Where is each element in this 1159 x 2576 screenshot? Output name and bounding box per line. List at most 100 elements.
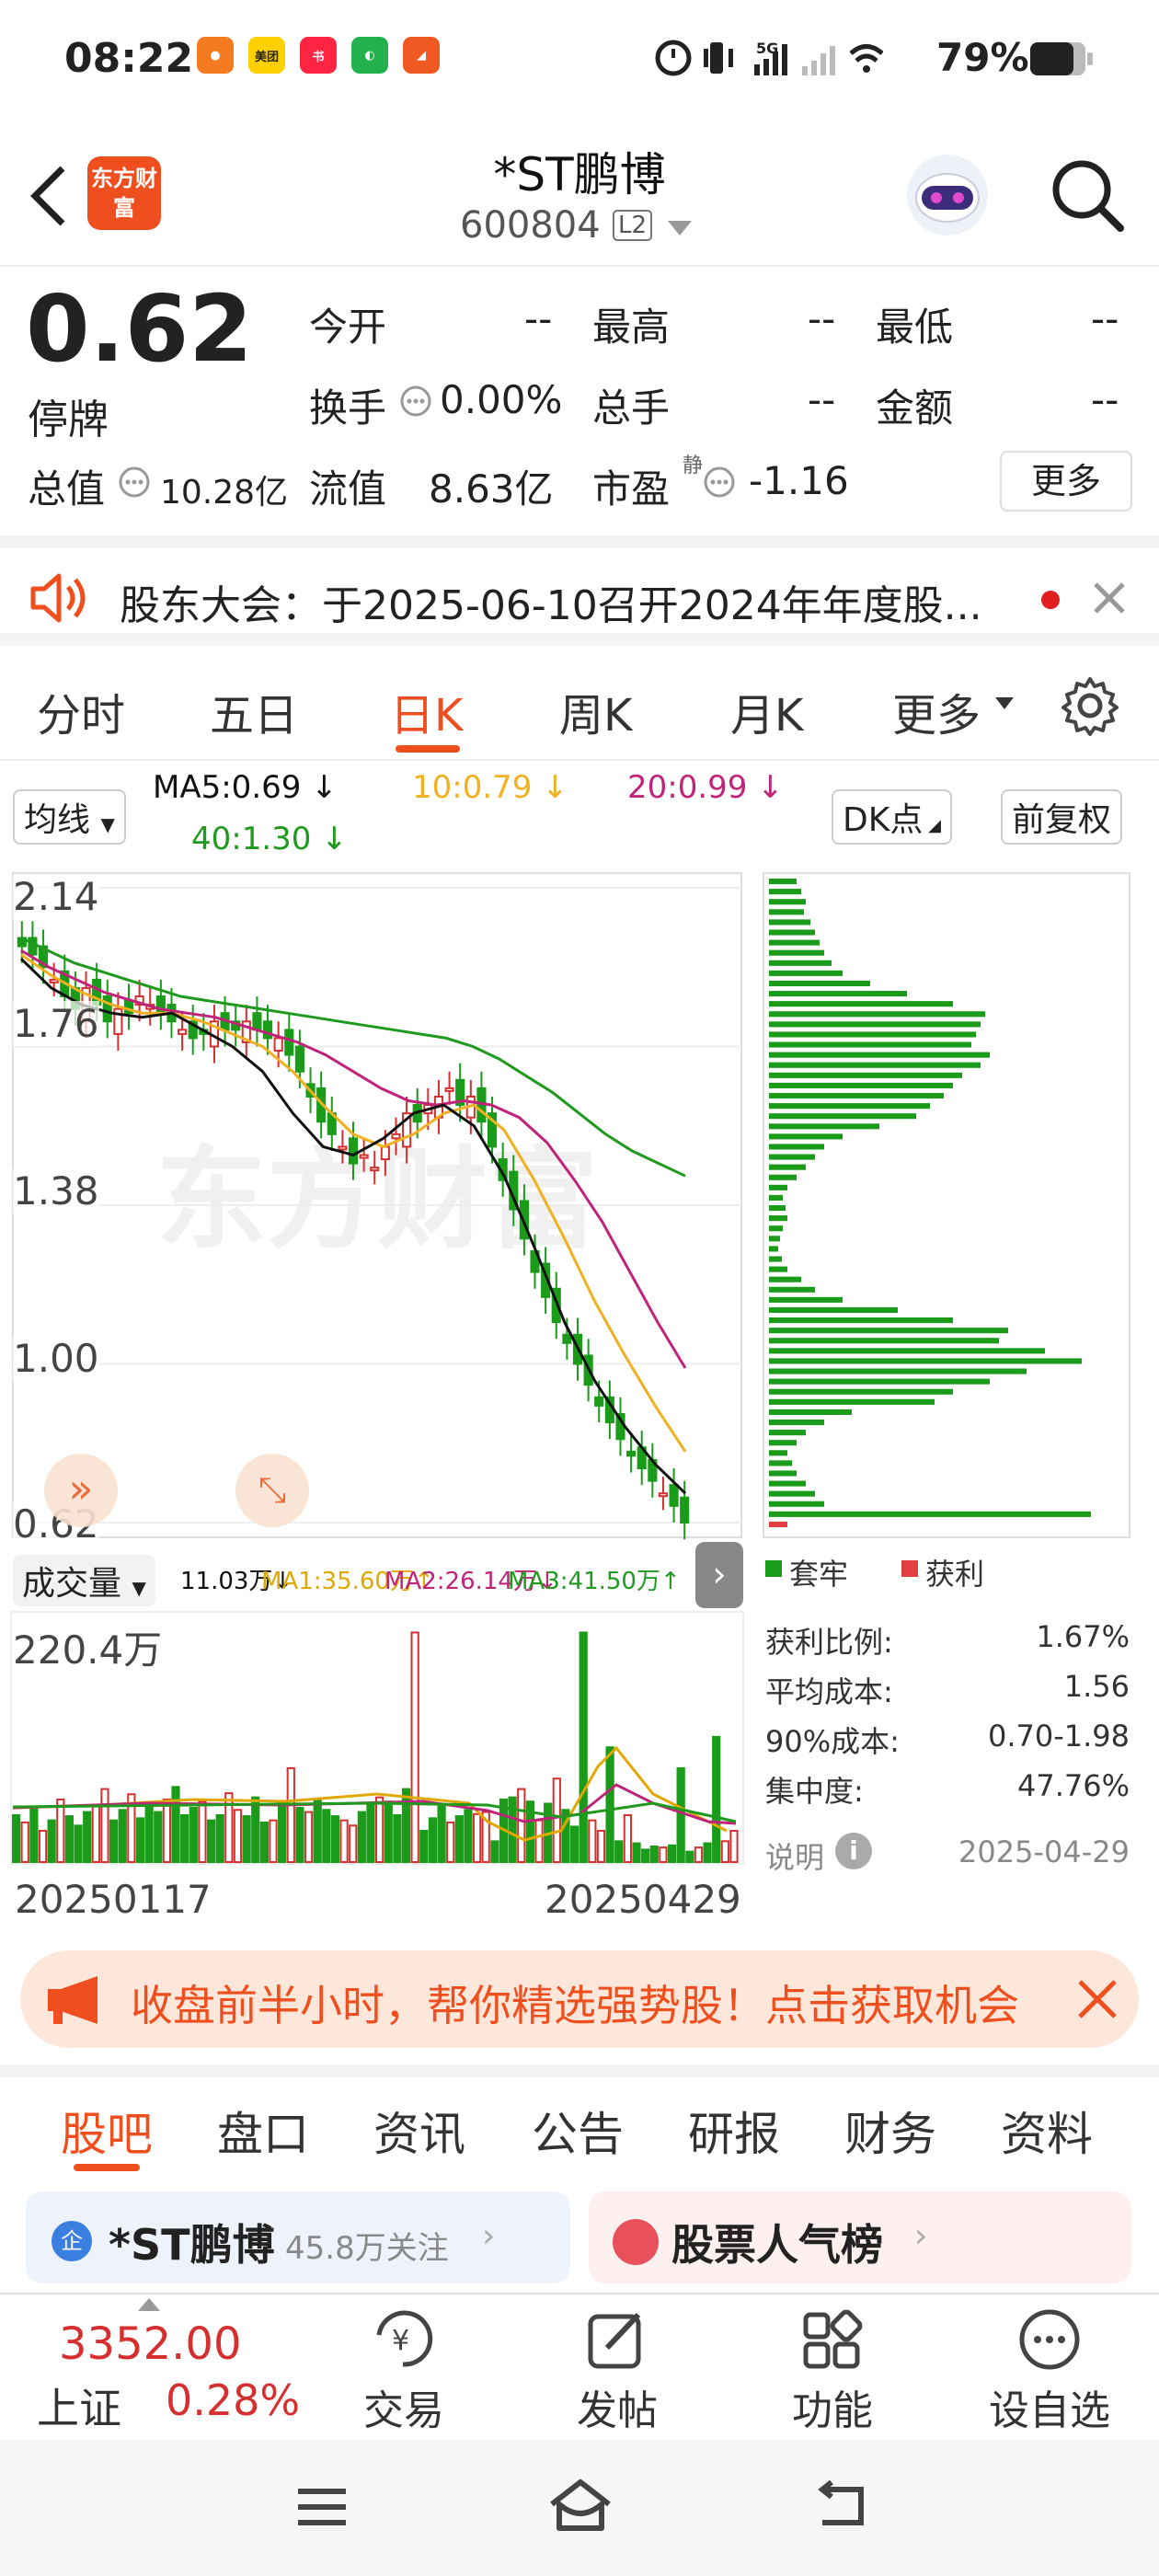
tab-guba[interactable]: 股吧	[61, 2098, 153, 2164]
tab-monthly-k[interactable]: 月K	[730, 679, 803, 743]
turnover-info-icon[interactable]	[399, 385, 432, 418]
tab-pankou[interactable]: 盘口	[217, 2098, 309, 2164]
volume-bar	[428, 1817, 438, 1863]
tab-finance[interactable]: 财务	[844, 2098, 936, 2164]
chip-bar	[769, 1440, 797, 1446]
volume-bar	[100, 1788, 109, 1863]
ad-close-icon[interactable]	[1076, 1978, 1119, 2020]
nav-post[interactable]: 发帖	[548, 2377, 686, 2436]
mktcap-label: 总值	[28, 466, 106, 512]
tab-more[interactable]: 更多	[892, 679, 981, 743]
code-dropdown-icon[interactable]	[668, 221, 692, 237]
tab-announcement[interactable]: 公告	[532, 2098, 624, 2164]
kline-chart[interactable]: 东方财富	[9, 869, 745, 1541]
volume-max-label: 220.4万	[13, 1627, 163, 1673]
tab-profile[interactable]: 资料	[1001, 2098, 1093, 2164]
post-icon[interactable]	[585, 2307, 649, 2372]
tab-minute[interactable]: 分时	[37, 679, 125, 743]
chip-bar	[769, 1368, 1027, 1374]
menu-icon[interactable]	[294, 2484, 350, 2530]
tab-5day[interactable]: 五日	[210, 679, 298, 743]
tab-news[interactable]: 资讯	[373, 2098, 465, 2164]
chart-rank-icon	[613, 2219, 659, 2265]
nav-functions[interactable]: 功能	[763, 2377, 901, 2436]
close-icon[interactable]	[1091, 580, 1128, 616]
ma5-label: MA5:0.69 ↓	[153, 769, 338, 806]
ma-selector[interactable]: 均线 ▼	[13, 789, 126, 845]
volume-bar	[171, 1786, 180, 1863]
pe-info-icon[interactable]	[703, 466, 736, 499]
ma40-label: 40:1.30 ↓	[191, 821, 348, 857]
chip-bar	[769, 909, 804, 915]
l2-badge[interactable]: L2	[613, 210, 653, 241]
volume-bar	[251, 1796, 260, 1863]
volume-bar	[144, 1803, 154, 1864]
back-nav-icon[interactable]	[809, 2480, 868, 2532]
ad-banner[interactable]: 收盘前半小时，帮你精选强势股！点击获取机会	[20, 1950, 1139, 2048]
popularity-title: 股票人气榜	[671, 2220, 883, 2270]
home-icon[interactable]	[546, 2477, 614, 2534]
candle-body	[273, 1037, 283, 1052]
volume-bar	[109, 1819, 119, 1863]
candle-body	[444, 1087, 454, 1092]
info-icon[interactable]: i	[835, 1833, 872, 1869]
volume-bar	[29, 1807, 39, 1863]
turnover-value: 0.00%	[440, 377, 563, 422]
volume-value: --	[808, 377, 836, 422]
expand-left-icon[interactable]: »	[44, 1454, 118, 1527]
tab-research[interactable]: 研报	[688, 2098, 780, 2164]
stock-bar-card[interactable]: 企 *ST鹏博 45.8万关注 ›	[26, 2191, 570, 2283]
volume-bar	[579, 1631, 588, 1863]
chip-bar	[769, 1296, 843, 1303]
chevron-right-icon[interactable]: ›	[695, 1542, 743, 1608]
dk-point-button[interactable]: DK点 ◢	[832, 789, 952, 845]
popularity-card[interactable]: 股票人气榜 ›	[589, 2191, 1131, 2283]
chip-distribution[interactable]	[762, 869, 1131, 1541]
robot-assistant-icon[interactable]	[901, 147, 993, 239]
y-tick-4: 1.00	[13, 1336, 99, 1381]
chip-bar	[769, 1103, 930, 1110]
functions-icon[interactable]	[800, 2307, 865, 2372]
chip-bar	[769, 1164, 806, 1170]
chip-bar	[769, 1062, 981, 1068]
volume-bar	[135, 1817, 145, 1863]
volume-bar	[552, 1777, 561, 1864]
volume-bar	[47, 1819, 56, 1863]
amount-label: 金额	[876, 385, 954, 431]
mktcap-info-icon[interactable]	[118, 466, 151, 499]
nav-watchlist[interactable]: 设自选	[981, 2377, 1119, 2436]
more-quote-button[interactable]: 更多	[1000, 451, 1132, 512]
volume-bar	[180, 1813, 189, 1863]
trade-icon[interactable]: ¥	[366, 2307, 440, 2372]
adjust-button[interactable]: 前复权	[1001, 789, 1123, 845]
pe-static-sup: 静	[683, 454, 704, 477]
svg-text:¥: ¥	[392, 2325, 409, 2357]
ma10-label: 10:0.79 ↓	[412, 769, 568, 806]
status-icons: 5G	[655, 40, 883, 76]
settings-gear-icon[interactable]	[1060, 675, 1120, 736]
nav-trade[interactable]: 交易	[335, 2377, 473, 2436]
volume-bar	[215, 1813, 224, 1863]
notice-banner[interactable]: 股东大会：于2025-06-10召开2024年年度股...	[0, 535, 1159, 646]
candle-body	[284, 1029, 294, 1056]
candle-body	[562, 1333, 572, 1344]
search-icon[interactable]	[1049, 156, 1126, 234]
chip-note-label[interactable]: 说明	[765, 1834, 824, 1877]
low-value: --	[1091, 296, 1119, 341]
chip-bar	[769, 1256, 782, 1262]
index-name[interactable]: 上证	[37, 2375, 121, 2436]
volume-bar	[685, 1850, 694, 1863]
index-change[interactable]: 0.28%	[166, 2375, 300, 2425]
chip-bar	[769, 1072, 962, 1078]
fullscreen-icon[interactable]: ⤡	[235, 1454, 309, 1527]
index-value[interactable]: 3352.00	[59, 2318, 242, 2370]
tab-daily-k[interactable]: 日K	[390, 679, 463, 743]
volume-selector[interactable]: 成交量 ▼	[13, 1555, 155, 1606]
add-watchlist-icon[interactable]	[1017, 2307, 1082, 2372]
status-bar: 08:22 ● 美团 书 ◐ ◢ 5G 79%	[0, 0, 1159, 124]
candle-body	[102, 995, 112, 1023]
tab-weekly-k[interactable]: 周K	[559, 679, 632, 743]
chip-bar	[769, 899, 806, 905]
candle-body	[348, 1137, 359, 1165]
section-divider	[0, 2064, 1159, 2077]
